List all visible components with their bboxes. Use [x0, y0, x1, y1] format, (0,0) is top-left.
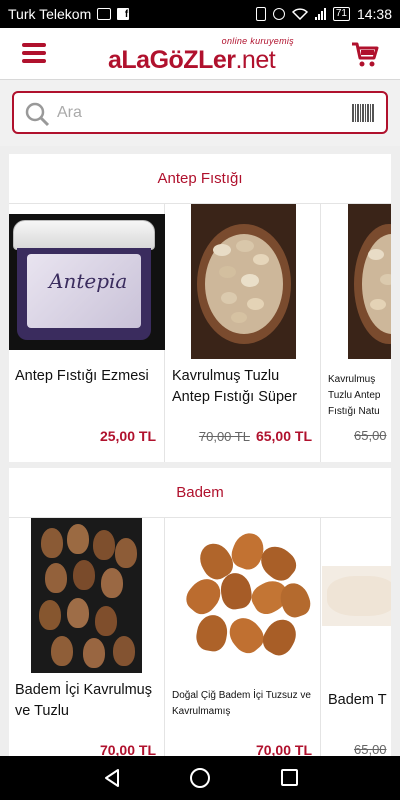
home-icon[interactable]	[190, 768, 210, 788]
category-section: Antep Fıstığı Antepia Antep Fıstığı Ezme…	[9, 154, 391, 462]
product-price: 25,00 TL	[99, 428, 156, 444]
section-title[interactable]: Antep Fıstığı	[9, 154, 391, 204]
product-name: Badem T	[328, 692, 387, 708]
product-card[interactable]: Doğal Çiğ Badem İçi Tuzsuz ve Kavrulmamı…	[166, 518, 321, 776]
search-icon	[25, 102, 50, 127]
vibrate-icon	[255, 7, 266, 21]
product-card[interactable]: Antepia Antep Fıstığı Ezmesi 25,00 TL	[9, 204, 165, 462]
menu-icon[interactable]	[22, 43, 46, 63]
product-carousel[interactable]: Antepia Antep Fıstığı Ezmesi 25,00 TL Ka…	[9, 204, 391, 462]
price-row: 70,00 TL 65,00 TL	[166, 428, 312, 444]
status-bar: Turk Telekom f 71 14:38	[0, 0, 400, 28]
logo-wordmark: aLaGöZLer.net	[108, 46, 276, 74]
product-image	[191, 204, 296, 359]
product-old-price: 65,00	[354, 742, 387, 757]
cart-icon[interactable]	[350, 39, 380, 69]
section-title[interactable]: Badem	[9, 468, 391, 518]
system-nav-bar	[0, 756, 400, 800]
product-name: Badem İçi Kavrulmuş ve Tuzlu	[15, 682, 152, 719]
product-image	[171, 523, 316, 671]
product-card[interactable]: Badem T 65,00	[322, 518, 391, 776]
price-row: 25,00 TL	[9, 428, 156, 444]
logo-tagline: online kuruyemiş	[221, 36, 294, 46]
product-card[interactable]: Badem İçi Kavrulmuş ve Tuzlu 70,00 TL	[9, 518, 165, 776]
app-header: online kuruyemiş aLaGöZLer.net	[0, 28, 400, 80]
logo[interactable]: online kuruyemiş aLaGöZLer.net	[108, 36, 298, 74]
product-image	[31, 518, 142, 673]
search-placeholder: Ara	[57, 104, 82, 121]
product-name: Doğal Çiğ Badem İçi Tuzsuz ve Kavrulmamı…	[172, 690, 311, 717]
back-icon[interactable]	[102, 768, 122, 788]
product-name: Antep Fıstığı Ezmesi	[15, 368, 149, 384]
carrier-label: Turk Telekom	[8, 6, 92, 22]
product-name: Kavrulmuş Tuzlu Antep Fıstığı Natu	[328, 374, 381, 417]
product-price: 65,00 TL	[255, 428, 312, 444]
product-card[interactable]: Kavrulmuş Tuzlu Antep Fıstığı Süper 70,0…	[166, 204, 321, 462]
category-section: Badem Badem İçi Kavrulmuş ve Tuzlu 70,00…	[9, 468, 391, 776]
product-image: Antepia	[9, 214, 165, 350]
signal-icon	[314, 8, 326, 20]
wifi-icon	[291, 8, 308, 20]
facebook-icon: f	[117, 8, 130, 20]
barcode-scan-icon[interactable]	[352, 104, 374, 122]
product-old-price: 65,00	[354, 428, 387, 443]
recent-apps-icon[interactable]	[281, 769, 298, 786]
price-row: 65,00	[354, 742, 391, 757]
search-input[interactable]: Ara	[12, 91, 388, 134]
product-image	[348, 204, 391, 359]
search-bar-container: Ara	[0, 80, 400, 146]
price-row: 65,00	[354, 428, 391, 443]
product-name-text: Kavrulmuş Tuzlu Antep Fıstığı Süper	[172, 368, 297, 405]
product-carousel[interactable]: Badem İçi Kavrulmuş ve Tuzlu 70,00 TL Do…	[9, 518, 391, 776]
product-old-price: 70,00 TL	[198, 429, 250, 444]
battery-indicator: 71	[332, 7, 350, 21]
notification-icon	[97, 8, 112, 20]
alarm-icon	[272, 8, 285, 20]
product-image	[322, 566, 391, 626]
clock: 14:38	[356, 6, 392, 22]
product-card[interactable]: Kavrulmuş Tuzlu Antep Fıstığı Natu 65,00	[322, 204, 391, 462]
